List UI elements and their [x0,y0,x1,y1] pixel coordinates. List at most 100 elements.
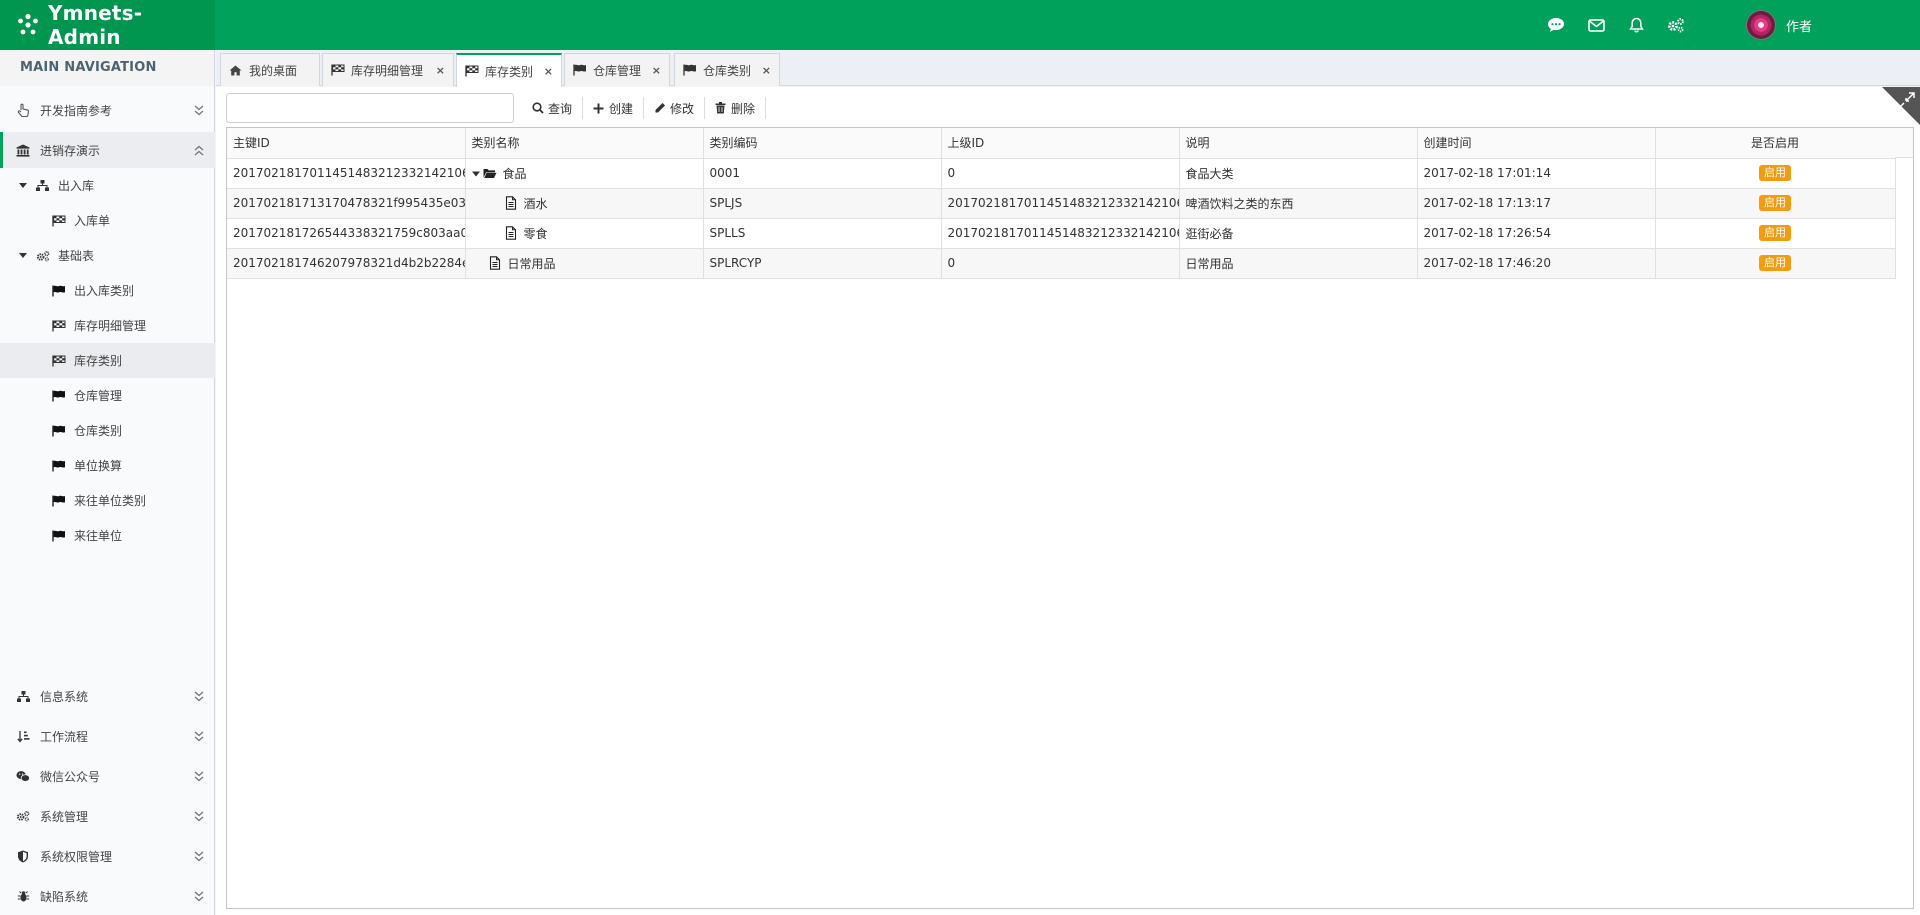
gears-icon [36,250,50,262]
sidebar-item-warehouse-mgmt[interactable]: 仓库管理 [0,378,215,413]
tab-stock-detail[interactable]: 库存明细管理 × [322,53,454,86]
create-button[interactable]: 创建 [583,97,645,119]
delete-button[interactable]: 删除 [705,97,767,119]
folder-open-icon [483,168,496,178]
search-icon [532,102,545,115]
sidebar-item-system-mgmt[interactable]: 系统管理 [0,798,215,834]
sidebar-item-wechat[interactable]: 微信公众号 [0,758,215,794]
cell-name: 日常用品 [465,248,704,279]
close-icon[interactable]: × [436,64,445,77]
close-icon[interactable]: × [762,64,771,77]
column-header[interactable]: 上级ID [941,128,1180,159]
caret-down-icon [18,251,28,261]
column-header[interactable]: 是否启用 [1655,128,1896,159]
caret-down-icon[interactable] [471,170,480,178]
sidebar-item-unit-conversion[interactable]: 单位换算 [0,448,215,483]
top-bar: Ymnets-Admin 作者 [0,0,1920,50]
sidebar-item-warehouse-category[interactable]: 仓库类别 [0,413,215,448]
sidebar-item-label: 系统权限管理 [40,849,113,864]
flag-icon [573,64,587,76]
category-name: 食品 [502,166,527,181]
mail-icon[interactable] [1585,14,1607,36]
pencil-icon [654,102,667,115]
trash-icon [715,102,728,115]
cell-desc: 逛街必备 [1179,218,1418,249]
sitemap-icon [36,179,50,192]
top-icon-group [1545,0,1705,50]
table-header-row: 主键ID 类别名称 类别编码 上级ID 说明 创建时间 是否启用 [227,128,1896,159]
sidebar-item-partner[interactable]: 来往单位 [0,518,215,553]
cell-desc: 啤酒饮料之类的东西 [1179,188,1418,219]
search-input[interactable] [226,93,514,123]
cell-name: 酒水 [465,188,704,219]
sidebar-item-partner-category[interactable]: 来往单位类别 [0,483,215,518]
toolbar: 查询 创建 修改 删除 [226,93,767,123]
sidebar-item-inventory-demo[interactable]: 进销存演示 [0,132,215,168]
table-row[interactable]: 201702181713170478321f995435e03 酒水 SPLJS… [227,188,1896,219]
tab-warehouse-mgmt[interactable]: 仓库管理 × [564,53,670,86]
sidebar-item-defect-system[interactable]: 缺陷系统 [0,878,215,914]
file-icon [489,255,500,270]
tab-warehouse-category[interactable]: 仓库类别 × [674,53,780,86]
sidebar-item-label: 入库单 [74,214,111,228]
chevron-double-down-icon [194,105,204,116]
table-row[interactable]: 201702181746207978321d4b2b2284e 日常用品 SPL… [227,248,1896,279]
bell-icon[interactable] [1625,14,1647,36]
cell-parent: 0 [941,248,1180,279]
sidebar-item-io-category[interactable]: 出入库类别 [0,273,215,308]
cell-id: 201702181726544338321759c803aa0 [227,218,466,249]
cell-id: 201702181713170478321f995435e03 [227,188,466,219]
column-header[interactable]: 类别名称 [465,128,704,159]
cell-code: 0001 [703,158,942,189]
cell-parent: 0 [941,158,1180,189]
avatar [1746,10,1776,40]
flag-icon [52,390,66,402]
query-button[interactable]: 查询 [522,97,584,119]
sidebar-item-stock-category[interactable]: 库存类别 [0,343,215,378]
sidebar-item-label: 来往单位类别 [74,494,147,508]
status-badge: 启用 [1759,255,1791,271]
sidebar-item-info-system[interactable]: 信息系统 [0,678,215,714]
sidebar-group-base-tables[interactable]: 基础表 [0,238,215,273]
delete-label: 删除 [731,101,756,116]
sidebar-group-stock-io[interactable]: 出入库 [0,168,215,203]
chevron-double-down-icon [194,851,204,862]
sitemap-icon [16,689,30,703]
tab-stock-category[interactable]: 库存类别 × [456,53,562,87]
tab-my-desktop[interactable]: 我的桌面 [220,53,320,86]
cell-code: SPLJS [703,188,942,219]
gears-icon [16,809,30,823]
sidebar-item-stock-detail[interactable]: 库存明细管理 [0,308,215,343]
table-row[interactable]: 2017021817011451483212332142106 食品 0001 … [227,158,1896,189]
fullscreen-toggle[interactable] [1882,87,1920,125]
chevron-double-down-icon [194,691,204,702]
data-grid: 主键ID 类别名称 类别编码 上级ID 说明 创建时间 是否启用 2017021… [226,127,1914,909]
column-header[interactable]: 类别编码 [703,128,942,159]
column-header[interactable]: 说明 [1179,128,1418,159]
column-header[interactable]: 主键ID [227,128,466,159]
cell-desc: 日常用品 [1179,248,1418,279]
sidebar-item-dev-guide[interactable]: 开发指南参考 [0,92,215,128]
user-menu[interactable]: 作者 [1746,8,1812,42]
close-icon[interactable]: × [652,64,661,77]
sidebar-item-permission-mgmt[interactable]: 系统权限管理 [0,838,215,874]
column-header[interactable]: 创建时间 [1417,128,1656,159]
chevron-double-down-icon [194,731,204,742]
bug-icon [16,889,30,903]
app-logo[interactable]: Ymnets-Admin [0,0,215,50]
file-icon [505,195,516,210]
table-row[interactable]: 201702181726544338321759c803aa0 零食 SPLLS… [227,218,1896,249]
cell-name: 零食 [465,218,704,249]
edit-button[interactable]: 修改 [644,97,706,119]
sidebar-item-workflow[interactable]: 工作流程 [0,718,215,754]
tab-label: 我的桌面 [249,63,298,78]
sidebar: MAIN NAVIGATION 开发指南参考 进销存演示 出入库 入库单 基础表… [0,50,215,915]
close-icon[interactable]: × [544,65,553,78]
sidebar-item-label: 工作流程 [40,729,89,744]
category-name: 日常用品 [507,256,556,271]
sidebar-item-label: 仓库类别 [74,424,123,438]
gears-icon[interactable] [1665,14,1687,36]
sidebar-item-stock-in-bill[interactable]: 入库单 [0,203,215,238]
status-badge: 启用 [1759,225,1791,241]
chat-icon[interactable] [1545,14,1567,36]
